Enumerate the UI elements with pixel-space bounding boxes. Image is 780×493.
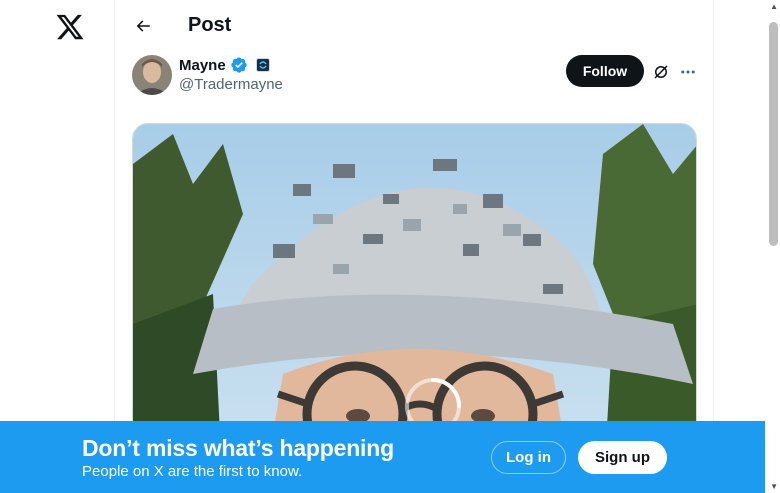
page-header: Post [115,0,713,53]
verified-badge-icon [230,56,248,74]
signup-button[interactable]: Sign up [578,441,667,474]
author-handle[interactable]: @Tradermayne [179,76,283,93]
scroll-up-arrow-icon[interactable]: ▲ [770,2,778,11]
author-name[interactable]: Mayne [179,57,226,74]
page-title: Post [188,14,232,36]
banner-subtitle: People on X are the first to know. [82,463,303,480]
back-button[interactable] [129,12,157,40]
grok-button[interactable] [650,61,672,83]
login-button[interactable]: Log in [491,441,566,474]
banner-title: Don’t miss what’s happening [82,435,394,461]
signup-banner: Don’t miss what’s happening People on X … [0,421,765,493]
scrollbar-thumb[interactable] [769,22,778,246]
avatar[interactable] [132,55,172,95]
more-options-button[interactable] [677,61,699,83]
follow-button[interactable]: Follow [566,55,644,87]
post-author: Mayne @Tradermayne Follow [132,55,712,97]
left-navigation [0,0,114,493]
scroll-down-arrow-icon[interactable]: ▼ [770,482,778,491]
x-logo-icon[interactable] [55,12,85,42]
main-column: Post Mayne @Tradermayne Follow [114,0,714,493]
author-name-row: Mayne [179,56,270,74]
arrow-left-icon [136,20,150,32]
page-scrollbar[interactable]: ▲ ▼ [765,0,780,493]
affiliation-badge-icon[interactable] [255,58,270,72]
grok-icon [654,65,668,79]
more-horizontal-icon [681,70,695,74]
